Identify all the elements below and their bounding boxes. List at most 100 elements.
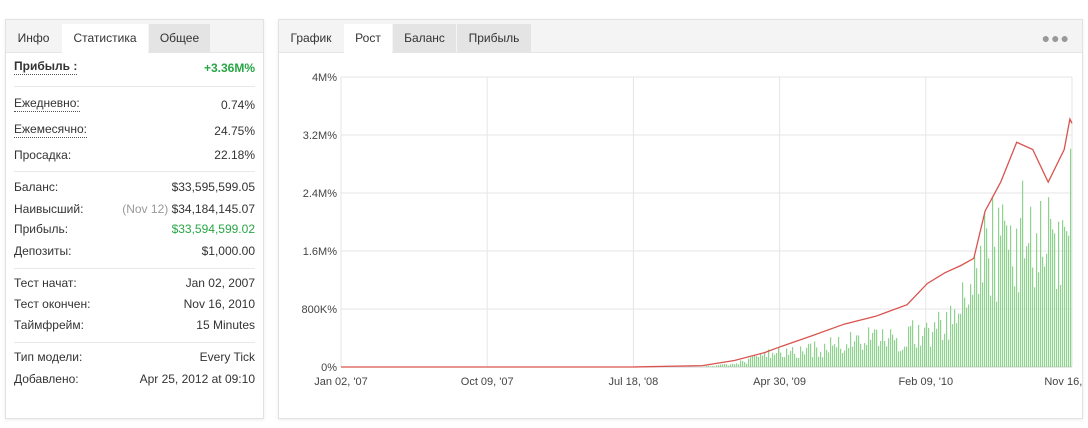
tab-growth[interactable]: Рост [344, 24, 392, 53]
bar [754, 354, 756, 367]
bar [744, 362, 746, 367]
bar [836, 347, 838, 367]
bar [1062, 220, 1064, 367]
tab-profit[interactable]: Прибыль [457, 24, 531, 52]
bar [1048, 197, 1050, 367]
bar [816, 347, 818, 367]
x-tick-label: Apr 30, '09 [753, 376, 806, 388]
bar [760, 353, 762, 367]
bar [866, 344, 868, 367]
profit-value: +3.36M% [203, 61, 255, 75]
test-end-label: Тест окончен: [14, 297, 91, 311]
bar [880, 340, 882, 367]
chart-panel: График Рост Баланс Прибыль ●●● 0% 800K% 1.… [278, 19, 1083, 419]
bar [912, 320, 914, 367]
test-start-label: Тест начат: [14, 276, 77, 290]
bar [796, 357, 798, 367]
bar [706, 365, 708, 367]
bar [972, 294, 974, 367]
chart-tabbar: График Рост Баланс Прибыль ●●● [279, 20, 1082, 53]
bar [1046, 253, 1048, 367]
bar [834, 344, 836, 367]
bar [734, 364, 736, 367]
bar [772, 352, 774, 367]
bar [832, 345, 834, 367]
daily-value: 0.74% [220, 98, 255, 112]
bar [732, 363, 734, 367]
more-dots-icon[interactable]: ●●● [1042, 30, 1070, 46]
bar [1070, 148, 1072, 367]
tab-statistics[interactable]: Статистика [62, 24, 148, 53]
bar [1004, 220, 1006, 367]
test-start-value: Jan 02, 2007 [185, 276, 255, 290]
bar [766, 357, 768, 367]
divider [14, 86, 255, 87]
bar [984, 212, 986, 367]
model-value: Every Tick [199, 350, 255, 364]
bar [704, 366, 706, 367]
bar [956, 323, 958, 367]
bar [756, 355, 758, 367]
bar [794, 353, 796, 367]
bar [856, 335, 858, 367]
statistics-panel: Инфо Статистика Общее Прибыль : +3.36M% … [5, 19, 264, 419]
bar [970, 284, 972, 367]
highest-value: $34,184,145.07 [171, 202, 255, 216]
bar [1064, 226, 1066, 367]
highest-row: Наивысший: (Nov 12) $34,184,145.07 [14, 200, 255, 218]
profit-label[interactable]: Прибыль : [14, 59, 78, 75]
bar [1042, 256, 1044, 367]
monthly-row: Ежемесячно: 24.75% [14, 122, 255, 140]
bar [736, 363, 738, 367]
bar [804, 354, 806, 367]
bar [748, 358, 750, 367]
bar [896, 338, 898, 367]
bar [868, 327, 870, 367]
drawdown-label: Просадка: [14, 148, 72, 162]
model-label: Тип модели: [14, 350, 83, 364]
bar [906, 346, 908, 367]
added-label: Добавлено: [14, 372, 79, 386]
bar [908, 326, 910, 367]
tab-general[interactable]: Общее [149, 24, 210, 52]
bar [1036, 233, 1038, 367]
bar [718, 364, 720, 367]
tab-info[interactable]: Инфо [6, 24, 61, 52]
highest-value-group: (Nov 12) $34,184,145.07 [122, 200, 255, 218]
bar [936, 328, 938, 367]
bar [1066, 231, 1068, 367]
bar [1010, 225, 1012, 367]
profit-amount-label: Прибыль: [14, 222, 69, 236]
tab-balance[interactable]: Баланс [393, 24, 456, 52]
profit-amount-value: $33,594,599.02 [171, 222, 255, 236]
timeframe-label: Таймфрейм: [14, 318, 84, 332]
drawdown-value: 22.18% [214, 148, 255, 162]
timeframe-value: 15 Minutes [196, 318, 255, 332]
bar [1034, 287, 1036, 367]
bar [870, 339, 872, 367]
bar [932, 332, 934, 367]
bar [976, 268, 978, 367]
bar [820, 351, 822, 367]
bar [888, 338, 890, 367]
bar [1014, 286, 1016, 367]
bar [964, 297, 966, 367]
bar [722, 364, 724, 367]
bar [712, 366, 714, 367]
bar [838, 336, 840, 367]
profit-amount-row: Прибыль: $33,594,599.02 [14, 220, 255, 238]
bar [916, 347, 918, 367]
daily-label[interactable]: Ежедневно: [14, 96, 80, 112]
bar [730, 364, 732, 367]
bar [884, 341, 886, 367]
deposits-row: Депозиты: $1,000.00 [14, 242, 255, 260]
bar [788, 354, 790, 367]
tab-chart[interactable]: График [279, 24, 343, 52]
bar [764, 352, 766, 367]
bar [950, 305, 952, 367]
bar [1012, 266, 1014, 367]
bar [952, 324, 954, 367]
bar [800, 346, 802, 367]
bar [716, 365, 718, 367]
monthly-label[interactable]: Ежемесячно: [14, 122, 88, 138]
